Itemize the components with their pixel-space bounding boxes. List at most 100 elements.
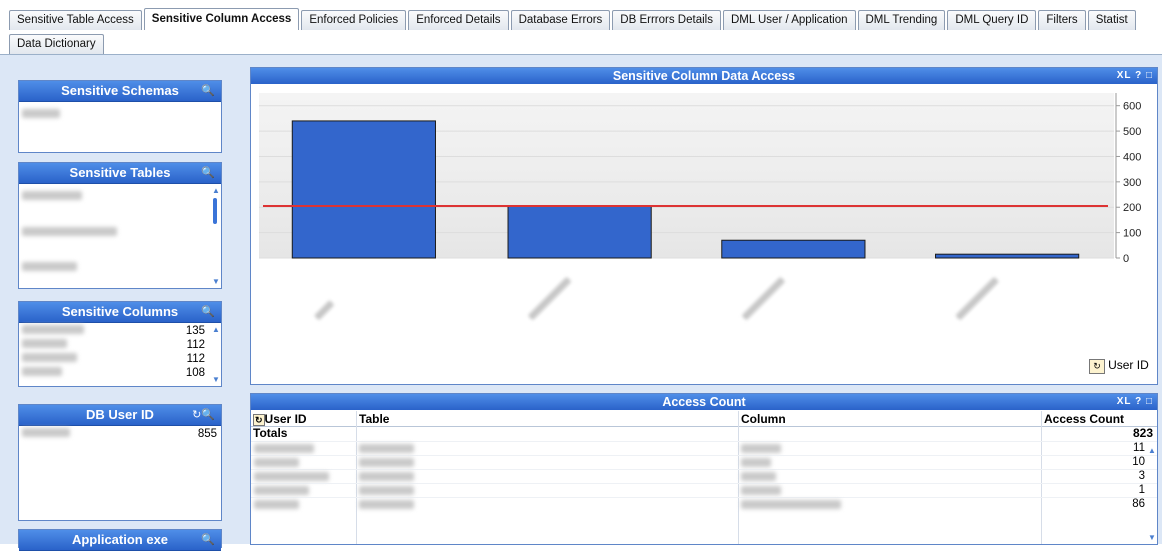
x-tick-label-redacted (314, 300, 334, 320)
table-header-row: ↻ User ID Table Column Access Count (251, 411, 1157, 427)
column-header-column[interactable]: Column (741, 412, 786, 426)
tab-filters[interactable]: Filters (1038, 10, 1086, 30)
redacted-value[interactable] (22, 227, 117, 236)
listbox-db-user-id[interactable]: DB User ID ↻🔍 855 (18, 404, 222, 521)
scroll-up-icon[interactable]: ▲ (212, 325, 220, 334)
scroll-down-icon[interactable]: ▼ (212, 375, 220, 384)
listbox-body: 135 112 112 108 ▲ ▼ (19, 323, 221, 386)
sheet-tab-bar-2: Data Dictionary (0, 30, 1162, 55)
totals-row: Totals 823 (251, 426, 1157, 440)
redacted-value[interactable] (22, 191, 82, 200)
access-count-table[interactable]: Access Count XL ? □ ↻ User ID Table Colum… (250, 393, 1158, 545)
tab-enforced-details[interactable]: Enforced Details (408, 10, 509, 30)
list-item[interactable]: 108 (22, 367, 205, 379)
redacted-value (741, 472, 776, 481)
tab-data-dictionary[interactable]: Data Dictionary (9, 34, 104, 54)
redacted-value (741, 458, 771, 467)
panel-tools-icons[interactable]: XL ? □ (1117, 68, 1153, 84)
bar-chart: 600 500 400 300 200 100 0 (259, 93, 1141, 320)
redacted-value (254, 472, 329, 481)
chart-panel[interactable]: Sensitive Column Data Access XL ? □ 600 5… (250, 67, 1158, 385)
bar[interactable] (721, 239, 866, 259)
column-header-user-id[interactable]: ↻ User ID (253, 412, 307, 426)
x-tick-label-redacted (956, 277, 999, 320)
tab-enforced-policies[interactable]: Enforced Policies (301, 10, 407, 30)
scroll-down-icon[interactable]: ▼ (212, 277, 220, 286)
y-tick-label: 400 (1123, 151, 1141, 163)
access-count-cell: 86 (1132, 498, 1145, 510)
redacted-value (254, 444, 314, 453)
search-icon[interactable]: 🔍 (201, 163, 215, 183)
tab-db-errrors-details[interactable]: DB Errrors Details (612, 10, 721, 30)
tab-sensitive-table-access[interactable]: Sensitive Table Access (9, 10, 142, 30)
listbox-header: Sensitive Columns 🔍 (19, 302, 221, 323)
table-row[interactable]: 3 (251, 469, 1157, 484)
redacted-value (254, 458, 299, 467)
column-header-access-count[interactable]: Access Count (1044, 412, 1124, 426)
table-row[interactable]: 86 (251, 497, 1157, 512)
search-icon[interactable]: 🔍 (201, 302, 215, 322)
access-count-cell: 1 (1138, 484, 1145, 496)
table-row[interactable]: 1 (251, 483, 1157, 498)
redacted-value[interactable] (22, 262, 77, 271)
table-row[interactable]: 11 (251, 441, 1157, 456)
scroll-up-icon[interactable]: ▲ (1148, 446, 1156, 455)
column-header-table[interactable]: Table (359, 412, 389, 426)
tab-sensitive-column-access[interactable]: Sensitive Column Access (143, 8, 300, 30)
y-tick-label: 600 (1123, 101, 1141, 113)
bar[interactable] (935, 253, 1080, 259)
redacted-value (741, 500, 841, 509)
listbox-title: Application exe (71, 532, 169, 547)
tab-dml-query-id[interactable]: DML Query ID (947, 10, 1037, 30)
tab-dml-user-application[interactable]: DML User / Application (722, 10, 856, 30)
tab-statist[interactable]: Statist (1087, 10, 1136, 30)
list-item[interactable]: 112 (22, 353, 205, 365)
cycle-icon[interactable]: ↻ (1089, 359, 1105, 374)
table-row[interactable]: 10 (251, 455, 1157, 470)
redacted-value (741, 486, 781, 495)
redacted-value[interactable] (22, 109, 60, 118)
table-title: Access Count (662, 395, 746, 409)
listbox-header: Sensitive Schemas 🔍 (19, 81, 221, 102)
y-tick-label: 300 (1123, 177, 1141, 189)
list-item[interactable]: 112 (22, 339, 205, 351)
totals-value: 823 (1132, 426, 1153, 440)
tab-database-errors[interactable]: Database Errors (510, 10, 611, 30)
search-icon[interactable]: 🔍 (201, 530, 215, 550)
redacted-value (359, 472, 414, 481)
listbox-sensitive-schemas[interactable]: Sensitive Schemas 🔍 (18, 80, 222, 153)
listbox-header: Application exe 🔍 (19, 530, 221, 551)
listbox-title: Sensitive Schemas (61, 83, 179, 98)
redacted-value (741, 444, 781, 453)
listbox-sensitive-tables[interactable]: Sensitive Tables 🔍 ▲ ▼ (18, 162, 222, 289)
redacted-value (254, 500, 299, 509)
scrollbar[interactable]: ▲ ▼ (211, 186, 220, 286)
redacted-value (359, 486, 414, 495)
listbox-header: DB User ID ↻🔍 (19, 405, 221, 426)
list-item[interactable]: 135 (22, 325, 205, 337)
tab-dml-trending[interactable]: DML Trending (857, 10, 946, 30)
scroll-thumb[interactable] (213, 198, 217, 224)
scroll-up-icon[interactable]: ▲ (212, 186, 220, 195)
x-tick-label-redacted (528, 277, 571, 320)
list-item[interactable]: 855 (22, 428, 217, 440)
dimension-label: User ID (1108, 358, 1149, 372)
sheet-area: Sensitive Schemas 🔍 Sensitive Tables 🔍 ▲… (0, 55, 1162, 551)
listbox-title: Sensitive Tables (69, 165, 171, 180)
bar[interactable] (507, 205, 652, 259)
listbox-sensitive-columns[interactable]: Sensitive Columns 🔍 135 112 112 108 ▲ ▼ (18, 301, 222, 387)
listbox-header: Sensitive Tables 🔍 (19, 163, 221, 184)
listbox-title: DB User ID (86, 407, 154, 422)
scrollbar[interactable]: ▲ ▼ (211, 325, 220, 384)
search-icon[interactable]: 🔍 (201, 81, 215, 101)
listbox-application-exe[interactable]: Application exe 🔍 (18, 529, 222, 551)
panel-tools-icons[interactable]: XL ? □ (1117, 394, 1153, 410)
scrollbar[interactable]: ▲ ▼ (1147, 446, 1156, 542)
listbox-body: ▲ ▼ (19, 184, 221, 288)
listbox-title: Sensitive Columns (61, 304, 179, 319)
cycle-icon[interactable]: ↻ (253, 414, 265, 426)
dimension-selector[interactable]: ↻ User ID (1089, 358, 1149, 374)
bar[interactable] (291, 120, 436, 259)
cycle-search-icon[interactable]: ↻🔍 (192, 405, 215, 425)
scroll-down-icon[interactable]: ▼ (1148, 533, 1156, 542)
